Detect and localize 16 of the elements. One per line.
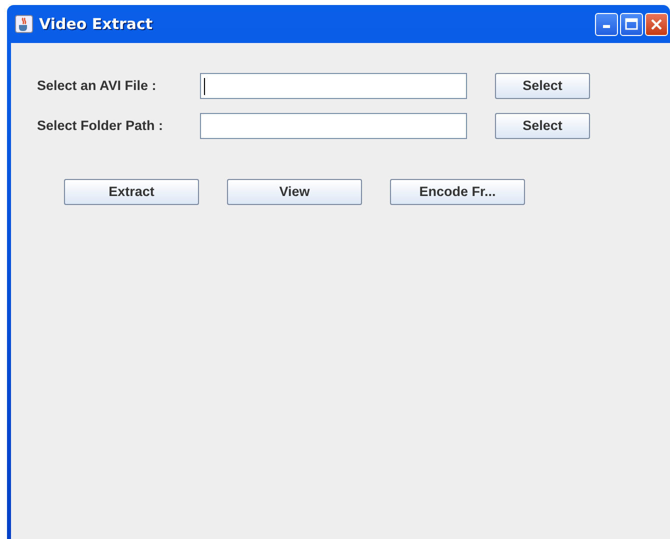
maximize-button[interactable]	[620, 12, 643, 36]
window-title: Video Extract	[39, 14, 153, 35]
input-field[interactable]	[200, 113, 467, 139]
field-label: Select an AVI File :	[37, 76, 158, 95]
field-label: Select Folder Path :	[37, 116, 164, 135]
action-button[interactable]: View	[227, 179, 362, 205]
minimize-button[interactable]	[595, 12, 618, 36]
close-icon	[650, 18, 663, 30]
maximize-icon	[625, 18, 638, 30]
coffee-cup-icon	[15, 15, 33, 33]
select-button[interactable]: Select	[495, 113, 590, 139]
close-button[interactable]	[645, 12, 668, 36]
action-button[interactable]: Encode Fr...	[390, 179, 525, 205]
select-button[interactable]: Select	[495, 73, 590, 99]
input-field[interactable]	[200, 73, 467, 99]
action-button[interactable]: Extract	[64, 179, 199, 205]
